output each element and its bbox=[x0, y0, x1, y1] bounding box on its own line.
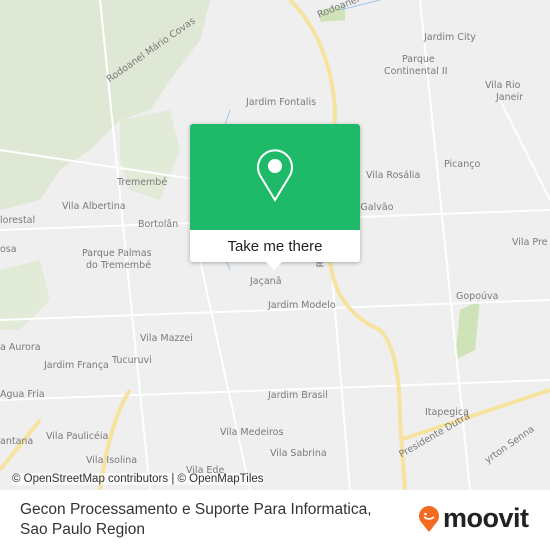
map-label: Jaçanã bbox=[250, 276, 282, 287]
map-label: Vila Paulicéia bbox=[46, 431, 109, 442]
map-label: Tucuruvi bbox=[112, 355, 152, 366]
map-label: Vila Rosália bbox=[366, 170, 421, 181]
map-label: Picanço bbox=[444, 159, 481, 170]
map-label: Vila Isolina bbox=[86, 455, 138, 466]
map-label: Vila Rio bbox=[485, 80, 521, 91]
place-title: Gecon Processamento e Suporte Para Infor… bbox=[20, 500, 372, 540]
map-attribution[interactable]: © OpenStreetMap contributors | © OpenMap… bbox=[12, 473, 264, 485]
map-label: lorestal bbox=[0, 215, 36, 226]
map-label: Jardim Modelo bbox=[268, 300, 336, 311]
map-label: Vila Mazzei bbox=[140, 333, 193, 344]
map-label: Jardim Brasil bbox=[268, 390, 328, 401]
take-me-there-button[interactable]: Take me there bbox=[190, 230, 360, 262]
map-label: Parque bbox=[402, 54, 435, 65]
map-label: Parque Palmas bbox=[82, 248, 152, 259]
map-label: antana bbox=[0, 436, 34, 447]
popup-pointer bbox=[266, 262, 282, 270]
map-label: Gopoúva bbox=[456, 291, 499, 302]
map-pin-icon bbox=[255, 147, 295, 207]
map-label: Vila Albertina bbox=[62, 201, 126, 212]
map-label: Jardim França bbox=[44, 360, 109, 371]
moovit-logo[interactable]: moovit bbox=[418, 503, 529, 534]
map-label: Jardim City bbox=[424, 32, 476, 43]
map-label: Jardim Fontalis bbox=[246, 97, 317, 108]
map-label: Continental II bbox=[384, 66, 448, 77]
map-label: Vila Sabrina bbox=[270, 448, 327, 459]
map-label: osa bbox=[0, 244, 17, 255]
map-label: Bortolân bbox=[138, 219, 179, 230]
map-label: Agua Fria bbox=[0, 389, 45, 400]
map-label: Vila Medeiros bbox=[220, 427, 284, 438]
map-label: Tremembé bbox=[117, 177, 168, 188]
popup-header bbox=[190, 124, 360, 230]
map-label: a Aurora bbox=[0, 342, 41, 353]
map-label: Vila Pre bbox=[512, 237, 548, 248]
place-name: Gecon Processamento e Suporte Para Infor… bbox=[20, 501, 372, 518]
location-popup: Take me there bbox=[190, 124, 360, 262]
place-region: Sao Paulo Region bbox=[20, 521, 145, 538]
map-label: Janeir bbox=[496, 92, 524, 103]
map-label: do Tremembé bbox=[86, 260, 152, 271]
moovit-pin-icon bbox=[419, 505, 439, 532]
moovit-wordmark: moovit bbox=[443, 503, 529, 533]
